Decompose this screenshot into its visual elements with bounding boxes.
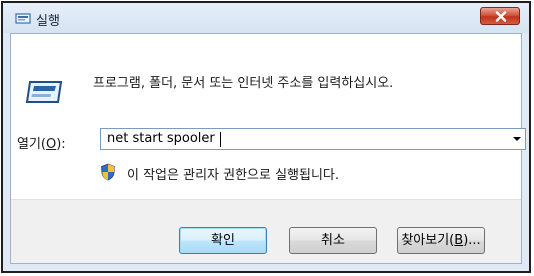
title-bar[interactable]: 실행 — [3, 3, 529, 33]
close-button[interactable] — [480, 7, 520, 25]
window-title: 실행 — [36, 14, 60, 29]
browse-label-suffix: )... — [463, 233, 481, 248]
open-label-suffix: ): — [56, 137, 66, 152]
run-dialog-window: 실행 프로그램, 폴더, 문서 또는 인터넷 주소를 입력하십시오. 열기(O)… — [1, 1, 531, 273]
command-combobox[interactable]: net start spooler — [100, 128, 526, 150]
close-x-icon — [495, 11, 507, 22]
dialog-body: 프로그램, 폴더, 문서 또는 인터넷 주소를 입력하십시오. 열기(O): n… — [10, 33, 526, 264]
open-label-prefix: 열기( — [17, 137, 46, 152]
browse-label-accel: B — [454, 233, 464, 248]
run-program-icon — [25, 81, 63, 103]
chevron-down-icon[interactable] — [513, 137, 521, 141]
command-input[interactable]: net start spooler — [107, 131, 215, 146]
open-label-accel: O — [46, 137, 57, 152]
cancel-button[interactable]: 취소 — [289, 227, 377, 254]
text-caret — [220, 132, 221, 147]
run-window-icon — [15, 13, 31, 24]
open-label: 열기(O): — [17, 133, 66, 152]
ok-button[interactable]: 확인 — [179, 227, 267, 254]
browse-button[interactable]: 찾아보기(B)... — [397, 227, 485, 254]
admin-notice-text: 이 작업은 관리자 권한으로 실행됩니다. — [127, 168, 340, 183]
uac-shield-icon — [101, 163, 115, 181]
browse-label-prefix: 찾아보기( — [401, 233, 455, 248]
instruction-text: 프로그램, 폴더, 문서 또는 인터넷 주소를 입력하십시오. — [93, 76, 394, 91]
